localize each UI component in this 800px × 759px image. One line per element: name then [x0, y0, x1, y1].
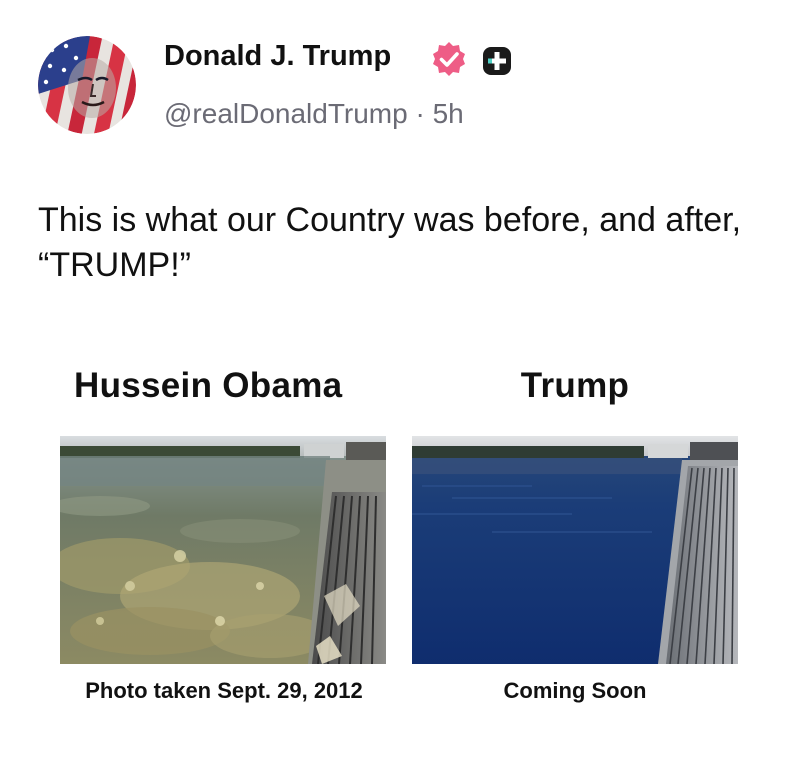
post-body-text: This is what our Country was before, and… [38, 201, 742, 284]
post-header: Donald J. Trump @realDonaldTrump · 5h [38, 36, 758, 136]
left-heading: Hussein Obama [74, 366, 343, 405]
author-name[interactable]: Donald J. Trump [164, 40, 391, 73]
post-image[interactable]: Hussein Obama Trump Photo taken Sept. 29… [0, 360, 800, 720]
post-timestamp[interactable]: 5h [433, 98, 464, 129]
clear-pool-photo [412, 436, 738, 664]
author-handle[interactable]: @realDonaldTrump [164, 98, 408, 129]
avatar-image [38, 36, 136, 134]
plus-badge-icon [482, 46, 512, 76]
right-caption: Coming Soon [503, 678, 647, 703]
verified-badge-icon [430, 40, 468, 78]
post-meta: @realDonaldTrump · 5h [164, 98, 464, 130]
meta-separator: · [415, 98, 425, 129]
right-heading: Trump [520, 366, 630, 405]
murky-pool-photo [60, 436, 386, 664]
avatar[interactable] [38, 36, 136, 134]
left-caption: Photo taken Sept. 29, 2012 [85, 678, 363, 703]
